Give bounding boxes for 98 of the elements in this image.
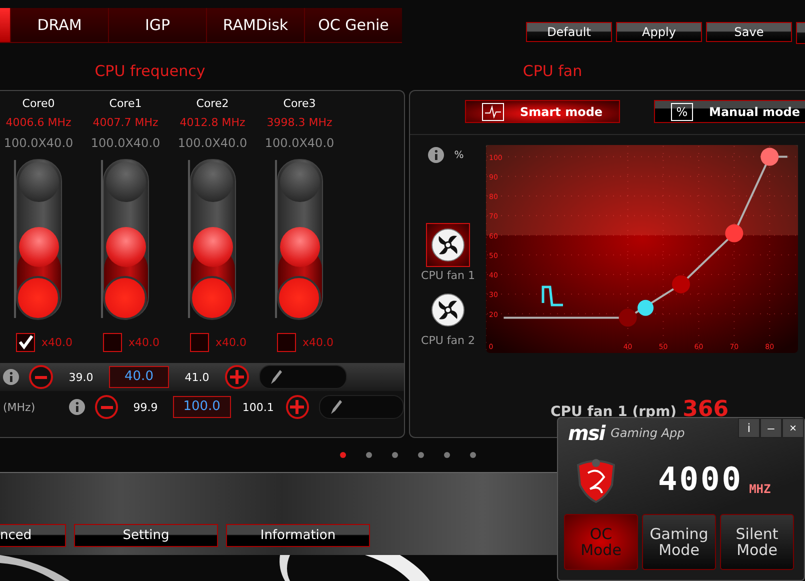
pencil-icon	[270, 369, 282, 385]
plus-icon	[290, 400, 304, 414]
curve-point[interactable]	[725, 224, 744, 242]
slider-track[interactable]	[102, 159, 148, 319]
ratio-label: x40.0	[41, 336, 72, 348]
frequency-readout: 4000	[658, 460, 744, 498]
checkbox[interactable]	[16, 332, 36, 352]
window-title: Gaming App	[610, 426, 685, 440]
frequency-unit: MHZ	[749, 482, 771, 496]
tab[interactable]: OC Genie	[304, 8, 402, 42]
window-button[interactable]: i	[738, 418, 760, 438]
next-value: 100.1	[241, 400, 275, 414]
fan-icon	[431, 293, 465, 327]
toolbar-button[interactable]	[796, 22, 805, 44]
core-multiplier: 100.0X40.0	[264, 135, 334, 152]
page-indicator[interactable]	[366, 452, 372, 458]
fan-label: CPU fan 2	[421, 334, 475, 347]
core-multiplier: 100.0X40.0	[90, 135, 160, 152]
page-indicator[interactable]	[444, 452, 450, 458]
minus-button[interactable]	[94, 395, 118, 419]
slider-track[interactable]	[190, 159, 236, 319]
curve-point[interactable]	[672, 275, 690, 294]
field-label: (MHz)	[3, 400, 36, 414]
core-name: Core3	[283, 96, 316, 112]
section-title: CPU frequency	[94, 62, 206, 80]
mode-button[interactable]: % Manual mode	[654, 100, 805, 123]
ratio-label: x40.0	[302, 336, 334, 348]
core-frequency: 4007.7 MHz	[92, 115, 158, 131]
page-indicator[interactable]	[392, 452, 398, 458]
slider-thumb[interactable]	[106, 226, 146, 267]
window-button[interactable]: –	[760, 418, 782, 438]
slider-cap	[18, 162, 58, 202]
section-title: CPU fan	[522, 62, 584, 80]
selected-curve-point[interactable]	[638, 300, 654, 316]
cursor-icon	[541, 285, 565, 307]
toolbar-button[interactable]: Default	[526, 22, 612, 42]
info-icon	[68, 399, 85, 415]
fan-icon	[431, 228, 465, 262]
core-name: Core2	[196, 96, 229, 112]
mode-button[interactable]: Gaming Mode	[642, 514, 716, 570]
slider-cap	[280, 162, 320, 202]
nav-button[interactable]: nced	[0, 524, 66, 547]
tab[interactable]: RAMDisk	[206, 8, 304, 42]
input-field[interactable]	[318, 395, 404, 419]
window-button[interactable]: ×	[782, 418, 804, 438]
slider-thumb[interactable]	[192, 226, 232, 267]
tab[interactable]: IGP	[108, 8, 206, 42]
curve-point[interactable]	[760, 148, 779, 166]
page-indicator[interactable]	[340, 452, 346, 458]
core-multiplier: 100.0X40.0	[4, 135, 74, 152]
checkbox[interactable]	[103, 332, 122, 352]
checkbox[interactable]	[277, 332, 296, 352]
core-multiplier: 100.0X40.0	[178, 135, 248, 152]
value-field[interactable]: 100.0	[172, 396, 231, 418]
input-field[interactable]	[259, 365, 347, 389]
minus-icon	[100, 406, 113, 408]
checkbox[interactable]	[190, 332, 210, 352]
nav-button[interactable]: Setting	[74, 524, 218, 547]
plus-button[interactable]	[286, 395, 309, 419]
slider-thumb[interactable]	[280, 226, 320, 267]
slider-cap	[192, 162, 232, 202]
next-value: 41.0	[184, 370, 210, 384]
toolbar-button[interactable]: Apply	[616, 22, 702, 42]
mode-button[interactable]: Silent Mode	[720, 514, 794, 570]
slider-track[interactable]	[276, 159, 322, 319]
core-name: Core1	[109, 96, 142, 112]
axis-unit: %	[454, 150, 464, 160]
ratio-label: x40.0	[215, 336, 246, 348]
speed-value: 366	[682, 397, 729, 422]
fan-button[interactable]	[426, 223, 470, 267]
core-frequency: 4006.6 MHz	[6, 115, 72, 131]
minus-button[interactable]	[29, 365, 53, 389]
nav-button[interactable]: Information	[226, 524, 370, 547]
tab[interactable]: DRAM	[10, 8, 108, 42]
ratio-label: x40.0	[128, 336, 160, 348]
previous-value: 99.9	[132, 400, 159, 414]
toolbar-button[interactable]: Save	[706, 22, 792, 42]
slider-track[interactable]	[16, 159, 62, 319]
info-icon	[3, 369, 19, 385]
minus-icon	[35, 376, 47, 378]
page-indicator[interactable]	[470, 452, 476, 458]
plus-button[interactable]	[225, 365, 249, 389]
slider-cap	[106, 162, 146, 202]
pulse-icon	[482, 102, 504, 120]
fan-label: CPU fan 1	[421, 269, 475, 282]
previous-value: 39.0	[68, 370, 94, 384]
brand-logo: msi	[568, 421, 605, 445]
core-name: Core0	[22, 96, 55, 112]
page-indicator[interactable]	[418, 452, 424, 458]
pencil-icon	[330, 399, 342, 415]
speed-label: CPU fan 1 (rpm)	[550, 404, 677, 420]
plus-icon	[230, 370, 244, 384]
info-icon	[428, 147, 444, 163]
core-frequency: 4012.8 MHz	[180, 115, 246, 131]
slider-thumb[interactable]	[18, 226, 58, 267]
value-field[interactable]: 40.0	[109, 366, 169, 388]
mode-button[interactable]: Smart mode	[465, 100, 620, 123]
core-frequency: 3998.3 MHz	[266, 115, 332, 131]
